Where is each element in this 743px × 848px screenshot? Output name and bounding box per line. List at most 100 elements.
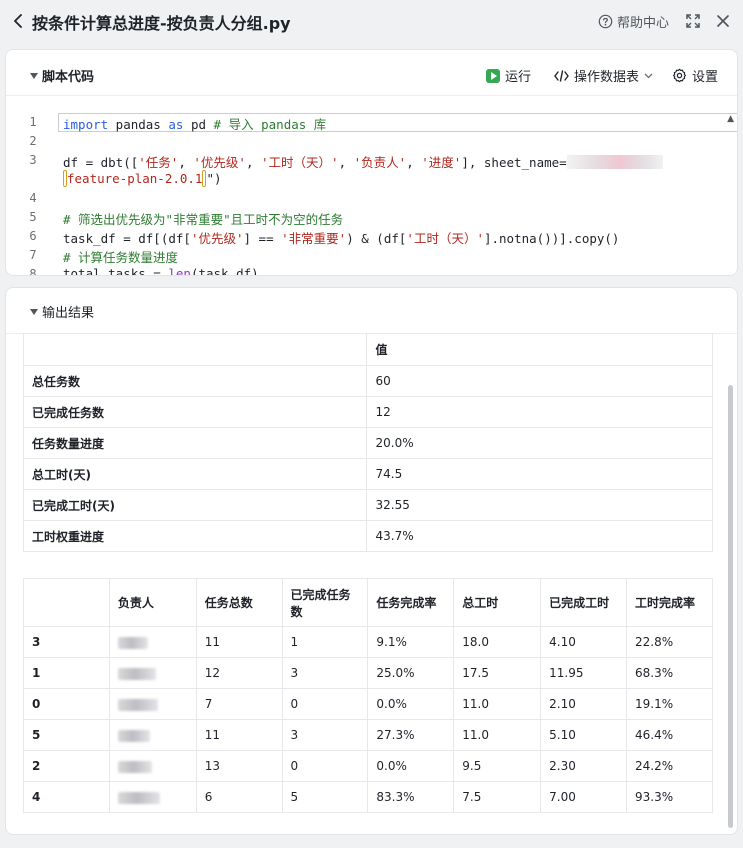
code-comment: # 筛选出优先级为"非常重要"且工时不为空的任务 <box>63 212 344 227</box>
settings-label: 设置 <box>692 70 719 85</box>
table-cell: 24.2% <box>626 750 713 782</box>
code-string: '工时（天）' <box>406 231 484 246</box>
table-header-cell: 负责人 <box>108 578 197 627</box>
collapse-triangle-icon <box>30 308 38 315</box>
table-row: 5 11 3 27.3% 11.0 5.10 46.4% <box>23 719 713 751</box>
owner-cell <box>108 750 197 782</box>
output-header: 输出结果 <box>6 288 737 334</box>
code-line: 6 task_df = df[(df['优先级'] == '非常重要') & (… <box>6 228 737 247</box>
table-cell: 13 <box>195 750 283 782</box>
row-value: 12 <box>366 396 713 428</box>
script-code-title: 脚本代码 <box>42 70 95 85</box>
row-label: 总任务数 <box>22 365 368 397</box>
code-token: df = dbt([ <box>63 155 139 170</box>
settings-button[interactable]: 设置 <box>672 66 718 85</box>
group-table: 负责人 任务总数 已完成任务数 任务完成率 总工时 已完成工时 工时完成率 3 … <box>23 578 713 813</box>
code-string: '工时（天）' <box>261 155 339 170</box>
table-cell: 68.3% <box>626 657 713 689</box>
summary-table: 值 总任务数 60 已完成任务数 12 任务数量进度 20.0% 总工时(天) … <box>22 333 713 552</box>
table-cell: 11.0 <box>453 688 542 720</box>
back-icon[interactable] <box>8 11 28 31</box>
table-row: 工时权重进度 43.7% <box>22 520 713 552</box>
table-cell: 5 <box>281 781 369 813</box>
line-number: 1 <box>29 115 37 129</box>
table-cell: 12 <box>195 657 283 689</box>
code-function: len <box>168 266 191 276</box>
row-value: 32.55 <box>366 489 713 521</box>
chevron-down-icon <box>644 73 653 78</box>
code-line: 2 <box>6 133 737 152</box>
table-cell: 83.3% <box>367 781 455 813</box>
code-editor[interactable]: 1 import pandas as pd # 导入 pandas 库 2 3 … <box>6 114 737 276</box>
script-code-toggle[interactable]: 脚本代码 <box>30 66 94 85</box>
table-row: 总任务数 60 <box>22 365 713 397</box>
table-cell: 11.95 <box>540 657 628 689</box>
script-code-panel: 脚本代码 运行 操作数据表 设置 ▲ 1 import pandas as pd… <box>5 49 738 276</box>
table-cell: 2.10 <box>540 688 628 720</box>
help-center-button[interactable]: 帮助中心 <box>598 12 669 31</box>
code-string: '优先级' <box>193 155 246 170</box>
redacted-name <box>117 636 148 649</box>
fullscreen-icon[interactable] <box>684 12 702 30</box>
row-label: 已完成工时(天) <box>22 489 368 521</box>
row-label: 已完成任务数 <box>22 396 368 428</box>
redacted-name <box>117 760 152 773</box>
code-string: feature-plan-2.0.1 <box>67 171 203 186</box>
run-button[interactable]: 运行 <box>486 66 531 85</box>
table-cell: 25.0% <box>367 657 455 689</box>
code-token: ) & (df[ <box>346 231 407 246</box>
table-cell: 4.10 <box>540 626 628 658</box>
table-header-cell: 值 <box>366 333 713 366</box>
table-cell: 2.30 <box>540 750 628 782</box>
table-row: 已完成任务数 12 <box>22 396 713 428</box>
output-scrollbar[interactable] <box>728 385 733 828</box>
table-cell: 0 <box>281 750 369 782</box>
output-panel: 输出结果 值 总任务数 60 已完成任务数 12 任务数量进度 20.0% 总工… <box>5 287 738 835</box>
top-bar: 按条件计算总进度-按负责人分组.py 帮助中心 <box>0 0 743 44</box>
table-cell: 18.0 <box>453 626 542 658</box>
table-cell: 46.4% <box>626 719 713 751</box>
redacted-name <box>117 729 150 742</box>
code-token: , <box>406 155 422 170</box>
row-label: 工时权重进度 <box>22 520 368 552</box>
table-cell: 9.5 <box>453 750 542 782</box>
table-cell: 9.1% <box>367 626 455 658</box>
code-line: 7 # 计算任务数量进度 <box>6 247 737 266</box>
data-table-dropdown[interactable]: 操作数据表 <box>554 66 653 85</box>
help-icon <box>598 14 613 29</box>
code-token: task_df = df[(df[ <box>63 231 191 246</box>
code-token: pandas <box>108 117 169 132</box>
code-line: 8 total_tasks = len(task_df) <box>6 266 737 276</box>
play-icon <box>486 68 500 83</box>
output-toggle[interactable]: 输出结果 <box>30 302 94 321</box>
owner-cell <box>108 657 197 689</box>
code-token: ] == <box>243 231 282 246</box>
table-row: 1 12 3 25.0% 17.5 11.95 68.3% <box>23 657 713 689</box>
code-token: as <box>168 117 184 132</box>
table-row: 已完成工时(天) 32.55 <box>22 489 713 521</box>
collapse-triangle-icon <box>30 72 38 79</box>
owner-cell <box>108 626 197 658</box>
table-header-cell: 已完成任务数 <box>281 578 369 627</box>
table-cell: 3 <box>281 719 369 751</box>
help-center-label: 帮助中心 <box>617 16 670 31</box>
table-header-cell: 工时完成率 <box>626 578 713 627</box>
code-line: 4 <box>6 190 737 209</box>
table-row: 总工时(天) 74.5 <box>22 458 713 490</box>
line-number: 4 <box>29 191 37 205</box>
row-label: 任务数量进度 <box>22 427 368 459</box>
code-string: '负责人' <box>353 155 407 170</box>
redacted-text <box>566 155 663 169</box>
row-index: 0 <box>23 688 110 720</box>
close-icon[interactable] <box>714 12 732 30</box>
table-cell: 5.10 <box>540 719 628 751</box>
table-row: 任务数量进度 20.0% <box>22 427 713 459</box>
table-cell: 11.0 <box>453 719 542 751</box>
redacted-name <box>117 791 160 804</box>
line-number: 8 <box>29 267 37 276</box>
code-token: total_tasks = <box>63 266 169 276</box>
code-line: 1 import pandas as pd # 导入 pandas 库 <box>6 114 737 133</box>
redacted-name <box>117 667 156 680</box>
line-number: 7 <box>29 248 37 262</box>
table-row: 3 11 1 9.1% 18.0 4.10 22.8% <box>23 626 713 658</box>
